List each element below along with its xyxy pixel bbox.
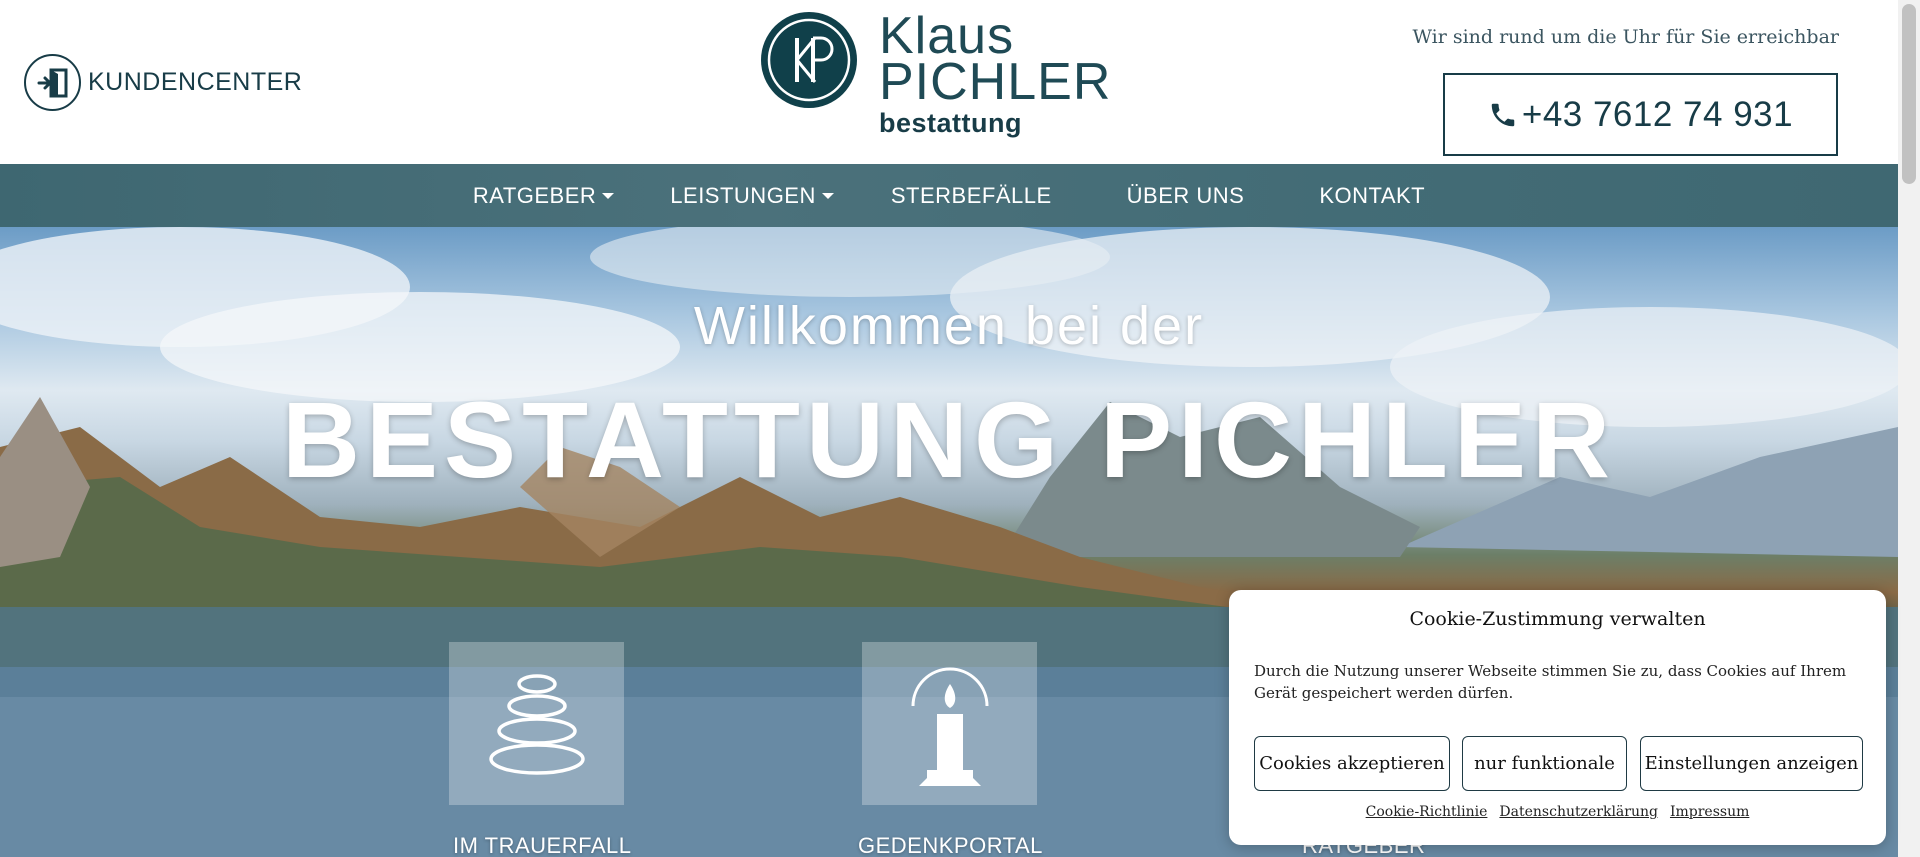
logo-text: Klaus PICHLER bestattung: [879, 7, 1139, 138]
site-logo[interactable]: Klaus PICHLER bestattung: [761, 7, 1139, 138]
nav-item-kontakt[interactable]: KONTAKT: [1319, 183, 1425, 209]
stacked-stones-icon: [488, 673, 585, 775]
phone-icon: [1491, 103, 1515, 126]
nav-item-ratgeber[interactable]: RATGEBER: [472, 182, 615, 209]
scrollbar-thumb[interactable]: [1902, 4, 1916, 184]
logo-last-name: PICHLER: [879, 53, 1112, 111]
phone-number: +43 7612 74 931: [1521, 94, 1794, 134]
tile-im-trauerfall[interactable]: [449, 642, 624, 805]
kundencenter-label: KUNDENCENTER: [88, 68, 303, 96]
show-settings-button[interactable]: Einstellungen anzeigen: [1640, 736, 1863, 791]
site-header: KUNDENCENTER Klaus PICHLER bestattung Wi…: [0, 0, 1898, 164]
nav-item-label: KONTAKT: [1319, 182, 1426, 208]
privacy-policy-link[interactable]: Datenschutzerklärung: [1499, 804, 1658, 820]
tile-label-gedenkportal[interactable]: GEDENKPORTAL: [858, 833, 1043, 857]
chevron-down-icon: [821, 192, 834, 199]
phone-button[interactable]: +43 7612 74 931: [1443, 73, 1838, 156]
logo-subtitle: bestattung: [879, 108, 1022, 138]
cookie-consent-dialog: Cookie-Zustimmung verwalten Durch die Nu…: [1229, 590, 1886, 845]
tile-gedenkportal[interactable]: [862, 642, 1037, 805]
chevron-down-icon: [602, 192, 615, 199]
page-scrollbar[interactable]: [1898, 0, 1920, 857]
cookie-dialog-links: Cookie-Richtlinie Datenschutzerklärung I…: [1229, 804, 1886, 820]
nav-item-ueber-uns[interactable]: ÜBER UNS: [1127, 183, 1245, 209]
nav-item-label: RATGEBER: [472, 182, 597, 208]
nav-item-label: LEISTUNGEN: [670, 182, 816, 208]
cookie-dialog-title: Cookie-Zustimmung verwalten: [1409, 608, 1706, 630]
hero-welcome: Willkommen bei der: [693, 296, 1205, 356]
tile-label-im-trauerfall[interactable]: IM TRAUERFALL: [453, 833, 631, 857]
nav-item-sterbefaelle[interactable]: STERBEFÄLLE: [891, 183, 1052, 209]
cookie-dialog-text: Durch die Nutzung unserer Webseite stimm…: [1254, 662, 1847, 702]
accept-cookies-button[interactable]: Cookies akzeptieren: [1254, 736, 1450, 791]
cookie-policy-link[interactable]: Cookie-Richtlinie: [1366, 804, 1488, 820]
imprint-link[interactable]: Impressum: [1670, 804, 1749, 820]
availability-text: Wir sind rund um die Uhr für Sie erreich…: [1412, 26, 1839, 48]
main-navigation: RATGEBER LEISTUNGEN STERBEFÄLLE ÜBER UNS…: [0, 164, 1898, 227]
kundencenter-link[interactable]: KUNDENCENTER: [24, 54, 302, 111]
candle-icon: [911, 667, 988, 786]
nav-item-leistungen[interactable]: LEISTUNGEN: [670, 183, 834, 209]
nav-item-label: STERBEFÄLLE: [890, 182, 1052, 208]
login-door-icon: [24, 54, 81, 111]
kp-monogram-icon: [761, 12, 857, 108]
functional-cookies-button[interactable]: nur funktionale: [1462, 736, 1627, 791]
nav-item-label: ÜBER UNS: [1126, 182, 1245, 208]
hero-title: BESTATTUNG PICHLER: [282, 379, 1616, 500]
